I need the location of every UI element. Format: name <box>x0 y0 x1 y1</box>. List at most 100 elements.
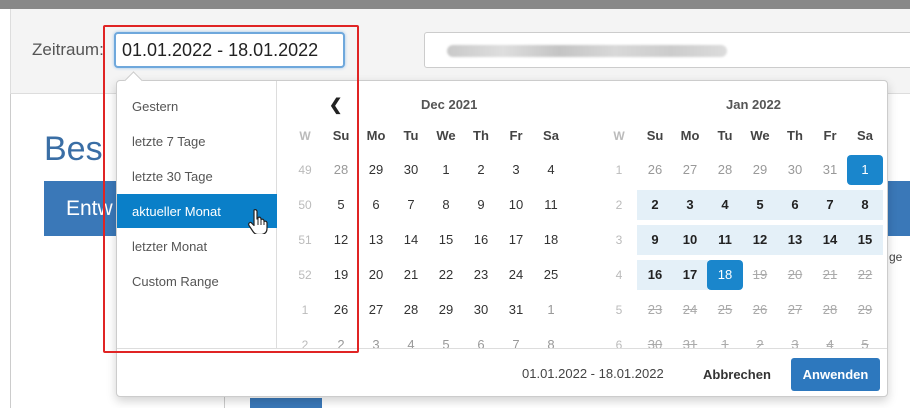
picker-footer: 01.01.2022 - 18.01.2022 Abbrechen Anwend… <box>117 348 887 396</box>
day-cell[interactable]: 29 <box>847 295 883 325</box>
day-cell[interactable]: 24 <box>672 295 708 325</box>
day-cell[interactable]: 22 <box>428 260 464 290</box>
weekday-header: We <box>750 128 770 143</box>
day-cell[interactable]: 28 <box>707 155 743 185</box>
day-cell[interactable]: 29 <box>428 295 464 325</box>
day-cell[interactable]: 14 <box>812 225 848 255</box>
day-cell[interactable]: 8 <box>428 190 464 220</box>
selected-range-text: 01.01.2022 - 18.01.2022 <box>522 366 664 381</box>
day-cell[interactable]: 26 <box>742 295 778 325</box>
day-cell[interactable]: 27 <box>672 155 708 185</box>
day-cell[interactable]: 30 <box>777 155 813 185</box>
day-cell[interactable]: 7 <box>393 190 429 220</box>
day-cell[interactable]: 4 <box>533 155 569 185</box>
weekday-header: Fr <box>823 128 837 143</box>
week-number: 52 <box>298 268 312 282</box>
day-cell[interactable]: 10 <box>672 225 708 255</box>
day-cell[interactable]: 1 <box>533 295 569 325</box>
range-item-current-month[interactable]: aktueller Monat <box>117 194 277 234</box>
calendar-right: Jan 2022 W Su Mo Tu We Th Fr Sa 1 26 27 28 29 30 31 1 2 2… <box>601 81 886 352</box>
day-cell[interactable]: 18 <box>533 225 569 255</box>
calendar-left: ❮ Dec 2021 W Su Mo Tu We Th Fr Sa 49 28 29 30 1 2 3 4 50… <box>287 81 577 352</box>
day-cell[interactable]: 5 <box>742 190 778 220</box>
day-cell[interactable]: 13 <box>777 225 813 255</box>
right-week-row: 5 23 24 25 26 27 28 29 <box>601 295 886 329</box>
day-cell[interactable]: 21 <box>393 260 429 290</box>
day-cell[interactable]: 28 <box>393 295 429 325</box>
day-cell[interactable]: 15 <box>428 225 464 255</box>
day-cell[interactable]: 22 <box>847 260 883 290</box>
cancel-button[interactable]: Abbrechen <box>695 360 779 390</box>
day-cell[interactable]: 31 <box>498 295 534 325</box>
day-cell[interactable]: 19 <box>742 260 778 290</box>
day-cell[interactable]: 4 <box>707 190 743 220</box>
day-cell[interactable]: 11 <box>533 190 569 220</box>
day-cell[interactable]: 11 <box>707 225 743 255</box>
day-cell[interactable]: 19 <box>323 260 359 290</box>
day-cell[interactable]: 2 <box>463 155 499 185</box>
day-cell[interactable]: 29 <box>742 155 778 185</box>
day-cell[interactable]: 30 <box>393 155 429 185</box>
day-cell[interactable]: 24 <box>498 260 534 290</box>
day-cell[interactable]: 1 <box>428 155 464 185</box>
day-cell[interactable]: 12 <box>323 225 359 255</box>
date-range-input[interactable]: 01.01.2022 - 18.01.2022 <box>114 32 345 68</box>
day-cell[interactable]: 21 <box>812 260 848 290</box>
day-cell[interactable]: 6 <box>358 190 394 220</box>
right-week-row: 22345678 <box>601 190 886 224</box>
day-cell[interactable]: 5 <box>323 190 359 220</box>
day-cell[interactable]: 1 <box>847 155 883 185</box>
left-week-row: 51 12 13 14 15 16 17 18 <box>287 225 577 259</box>
tab-label[interactable]: Entw <box>66 197 113 221</box>
day-cell[interactable]: 25 <box>533 260 569 290</box>
day-cell[interactable]: 23 <box>637 295 673 325</box>
day-cell[interactable]: 26 <box>637 155 673 185</box>
day-cell[interactable]: 17 <box>498 225 534 255</box>
day-cell[interactable]: 26 <box>323 295 359 325</box>
weekday-header: Th <box>787 128 803 143</box>
right-weekday-header-row: W Su Mo Tu We Th Fr Sa <box>601 121 886 155</box>
day-cell[interactable]: 13 <box>358 225 394 255</box>
day-cell[interactable]: 7 <box>812 190 848 220</box>
day-cell[interactable]: 8 <box>847 190 883 220</box>
day-cell[interactable]: 31 <box>812 155 848 185</box>
weekday-header: Sa <box>857 128 873 143</box>
right-week-row: 1 26 27 28 29 30 31 1 <box>601 155 886 189</box>
range-item-custom-range[interactable]: Custom Range <box>117 264 277 298</box>
day-cell[interactable]: 14 <box>393 225 429 255</box>
page-left-border <box>10 94 11 408</box>
day-cell[interactable]: 28 <box>812 295 848 325</box>
day-cell[interactable]: 16 <box>637 260 673 290</box>
day-cell[interactable]: 20 <box>777 260 813 290</box>
day-cell[interactable]: 30 <box>463 295 499 325</box>
left-weekday-header-row: W Su Mo Tu We Th Fr Sa <box>287 121 577 155</box>
range-item-last-month[interactable]: letzter Monat <box>117 229 277 263</box>
week-number: 2 <box>615 198 623 212</box>
day-cell[interactable]: 12 <box>742 225 778 255</box>
day-cell[interactable]: 29 <box>358 155 394 185</box>
day-cell[interactable]: 3 <box>672 190 708 220</box>
blurred-select[interactable] <box>424 32 910 68</box>
day-cell[interactable]: 9 <box>637 225 673 255</box>
day-cell[interactable]: 3 <box>498 155 534 185</box>
day-cell[interactable]: 23 <box>463 260 499 290</box>
apply-button[interactable]: Anwenden <box>791 358 880 391</box>
day-cell[interactable]: 15 <box>847 225 883 255</box>
day-cell[interactable]: 27 <box>777 295 813 325</box>
day-cell[interactable]: 25 <box>707 295 743 325</box>
day-cell[interactable]: 2 <box>637 190 673 220</box>
day-cell[interactable]: 10 <box>498 190 534 220</box>
range-item-gestern[interactable]: Gestern <box>117 89 277 123</box>
day-cell[interactable]: 16 <box>463 225 499 255</box>
week-number: 51 <box>298 233 312 247</box>
day-cell[interactable]: 6 <box>777 190 813 220</box>
day-cell[interactable]: 18 <box>707 260 743 290</box>
day-cell[interactable]: 20 <box>358 260 394 290</box>
range-item-last-30-days[interactable]: letzte 30 Tage <box>117 159 277 193</box>
day-cell[interactable]: 27 <box>358 295 394 325</box>
day-cell[interactable]: 28 <box>323 155 359 185</box>
chevron-left-icon[interactable]: ❮ <box>329 95 342 115</box>
day-cell[interactable]: 17 <box>672 260 708 290</box>
range-item-last-7-days[interactable]: letzte 7 Tage <box>117 124 277 158</box>
day-cell[interactable]: 9 <box>463 190 499 220</box>
